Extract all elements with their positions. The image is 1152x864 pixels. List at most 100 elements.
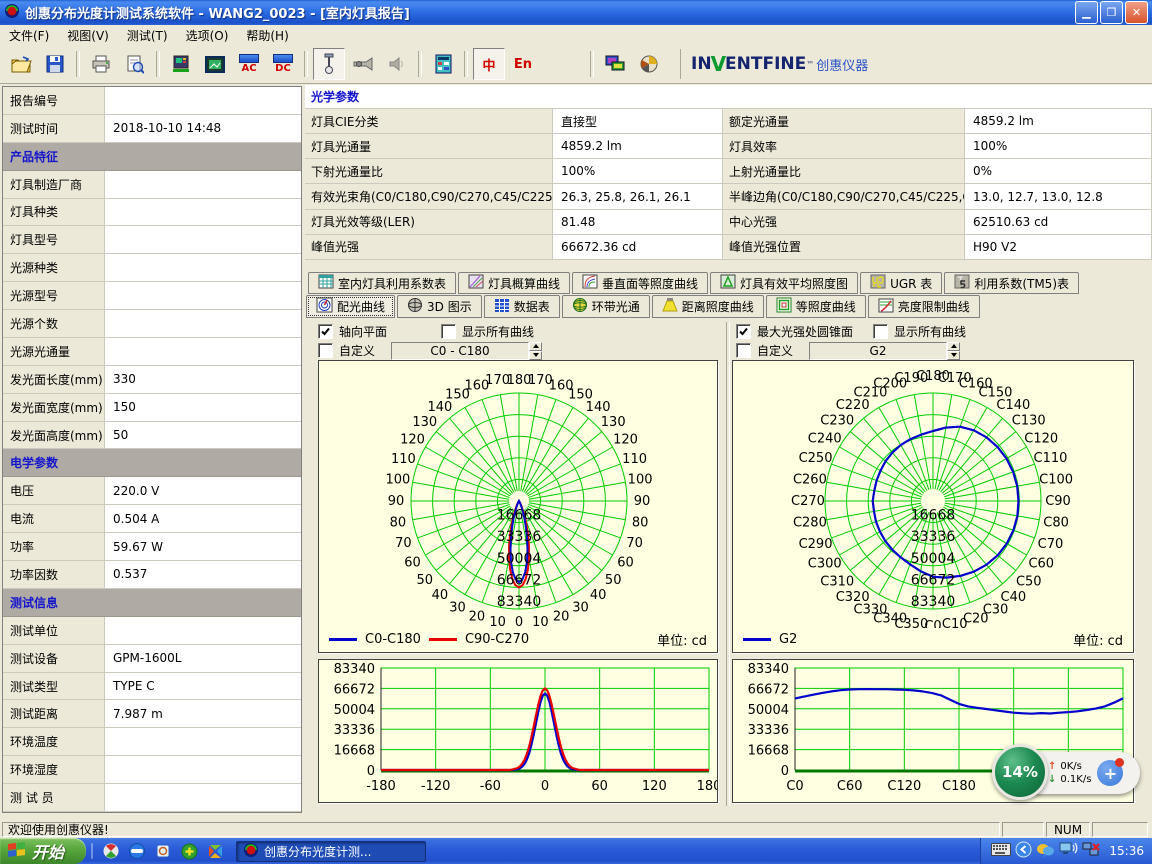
tab[interactable]: 距离照度曲线 <box>652 295 764 318</box>
svg-text:33336: 33336 <box>334 723 375 738</box>
ac-power-button[interactable]: AC <box>233 48 265 80</box>
menu-item[interactable]: 文件(F) <box>0 25 58 46</box>
network-error-tray-icon[interactable] <box>1082 842 1101 861</box>
custom-checkbox[interactable] <box>318 343 333 358</box>
collapse-tray-icon[interactable] <box>1015 841 1032 861</box>
device-status-button[interactable] <box>599 48 631 80</box>
start-button[interactable]: 开始 <box>0 838 86 864</box>
plane-select-spinner[interactable] <box>529 342 542 360</box>
quick-launch-icon-4[interactable] <box>178 840 200 862</box>
cone-select[interactable]: G2 <box>809 342 960 360</box>
cartesian-panel-left: 01666833336500046667283340-180-120-60060… <box>318 659 718 803</box>
tab[interactable]: 利用系数(TM5)表 <box>944 272 1079 294</box>
memory-usage-ball[interactable]: 14% <box>992 744 1048 800</box>
language-zh-button[interactable]: 中 <box>473 48 505 80</box>
quick-launch-icon-5[interactable] <box>204 840 226 862</box>
field-value[interactable]: 0.504 A <box>105 505 301 533</box>
add-button[interactable]: + <box>1097 760 1123 786</box>
tab[interactable]: UGR 表 <box>860 272 942 294</box>
print-preview-button[interactable] <box>119 48 151 80</box>
color-test-button[interactable] <box>633 48 665 80</box>
control-panel-button[interactable] <box>427 48 459 80</box>
param-value: 81.48 <box>553 210 723 235</box>
field-value[interactable] <box>105 756 301 784</box>
menu-item[interactable]: 视图(V) <box>58 25 118 46</box>
open-report-button[interactable] <box>5 48 37 80</box>
display-tray-icon[interactable] <box>1059 842 1078 860</box>
field-value[interactable]: 59.67 W <box>105 533 301 561</box>
field-value[interactable] <box>105 282 301 310</box>
field-value[interactable]: 50 <box>105 422 301 450</box>
field-value[interactable] <box>105 728 301 756</box>
tab[interactable]: 灯具有效平均照度图 <box>710 272 858 294</box>
field-value[interactable] <box>105 226 301 254</box>
field-value[interactable]: 2018-10-10 14:48 <box>105 115 301 143</box>
tab[interactable]: 灯具概算曲线 <box>458 272 570 294</box>
axial-plane-checkbox[interactable] <box>318 324 333 339</box>
tab[interactable]: 室内灯具利用系数表 <box>308 272 456 294</box>
lamp-test-button[interactable] <box>313 48 345 80</box>
field-value[interactable] <box>105 617 301 645</box>
show-all-curves-checkbox[interactable] <box>873 324 888 339</box>
svg-text:120: 120 <box>642 779 667 794</box>
svg-text:C40: C40 <box>1001 590 1027 605</box>
field-value[interactable]: 220.0 V <box>105 477 301 505</box>
field-value[interactable]: GPM-1600L <box>105 645 301 673</box>
field-value[interactable] <box>105 310 301 338</box>
plane-select[interactable]: C0 - C180 <box>391 342 542 360</box>
svg-text:66672: 66672 <box>748 682 789 697</box>
tab[interactable]: 环带光通 <box>562 295 650 318</box>
field-value[interactable] <box>105 338 301 366</box>
custom-checkbox[interactable] <box>736 343 751 358</box>
messenger-tray-icon[interactable] <box>1036 842 1055 861</box>
menu-item[interactable]: 帮助(H) <box>237 25 297 46</box>
field-value[interactable] <box>105 784 301 812</box>
field-label: 光源种类 <box>3 254 105 282</box>
param-value: 26.3, 25.8, 26.1, 26.1 <box>553 184 723 209</box>
quick-launch-icon-1[interactable] <box>100 840 122 862</box>
tab[interactable]: 数据表 <box>484 295 560 318</box>
projector-button[interactable] <box>347 48 379 80</box>
speaker-button[interactable] <box>381 48 413 80</box>
svg-text:16668: 16668 <box>334 744 375 759</box>
tab-icon <box>720 274 736 292</box>
field-value[interactable]: TYPE C <box>105 673 301 701</box>
max-intensity-cone-checkbox[interactable] <box>736 324 751 339</box>
quick-launch-icon-2[interactable] <box>126 840 148 862</box>
menu-item[interactable]: 选项(O) <box>177 25 238 46</box>
quick-launch-icon-3[interactable] <box>152 840 174 862</box>
tab[interactable]: 垂直面等照度曲线 <box>572 272 708 294</box>
tab[interactable]: 等照度曲线 <box>766 295 866 318</box>
minimize-button[interactable]: ▁ <box>1075 1 1098 24</box>
field-value[interactable]: 330 <box>105 366 301 394</box>
tab[interactable]: 3D 图示 <box>397 295 482 318</box>
restore-button[interactable]: ❐ <box>1100 1 1123 24</box>
save-report-button[interactable] <box>39 48 71 80</box>
goniophotometer-button[interactable] <box>165 48 197 80</box>
field-value[interactable] <box>105 171 301 199</box>
field-value[interactable] <box>105 254 301 282</box>
task-button-gpm[interactable]: 创惠分布光度计测... <box>236 841 426 862</box>
field-value[interactable]: 150 <box>105 394 301 422</box>
field-value[interactable]: 7.987 m <box>105 700 301 728</box>
tab-label: 3D 图示 <box>427 298 472 315</box>
dc-power-button[interactable]: DC <box>267 48 299 80</box>
toolbar-separator <box>304 51 308 77</box>
field-value[interactable] <box>105 199 301 227</box>
print-button[interactable] <box>85 48 117 80</box>
tab[interactable]: 配光曲线 <box>306 295 395 318</box>
close-button[interactable]: ✕ <box>1125 1 1148 24</box>
axial-plane-label: 轴向平面 <box>339 323 387 340</box>
image-button[interactable] <box>199 48 231 80</box>
field-value[interactable]: 0.537 <box>105 561 301 589</box>
field-value[interactable] <box>105 87 301 115</box>
speed-monitor-widget[interactable]: ↑0K/s ↓0.1K/s + 14% <box>992 744 1142 800</box>
tab-label: 灯具概算曲线 <box>488 275 560 292</box>
language-en-button[interactable]: En <box>507 48 539 80</box>
show-all-curves-checkbox[interactable] <box>441 324 456 339</box>
cone-select-spinner[interactable] <box>947 342 960 360</box>
max-intensity-cone-label: 最大光强处圆锥面 <box>757 323 853 340</box>
tab[interactable]: 亮度限制曲线 <box>868 295 980 318</box>
menu-item[interactable]: 测试(T) <box>118 25 177 46</box>
keyboard-tray-icon[interactable] <box>991 843 1011 859</box>
